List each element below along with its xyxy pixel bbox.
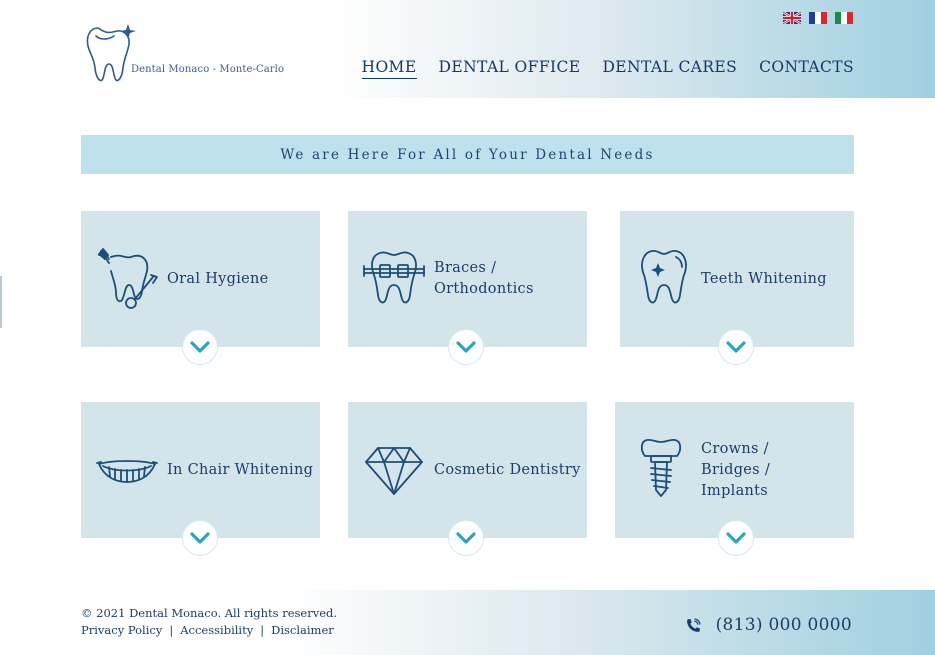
service-label: Oral Hygiene	[167, 270, 269, 287]
brand-name[interactable]: Dental Monaco - Monte-Carlo	[131, 64, 284, 75]
service-card-braces[interactable]: Braces / Orthodontics	[348, 211, 587, 365]
main-nav: HOME DENTAL OFFICE DENTAL CARES CONTACTS	[361, 58, 854, 79]
site-header: Dental Monaco - Monte-Carlo HOME DENTAL …	[0, 0, 935, 98]
disclaimer-link[interactable]: Disclaimer	[271, 623, 334, 637]
service-card-crowns-bridges-implants[interactable]: Crowns / Bridges / Implants	[615, 402, 854, 556]
chevron-down-icon	[190, 341, 210, 353]
service-label: Crowns / Bridges / Implants	[701, 440, 771, 499]
nav-dental-office[interactable]: DENTAL OFFICE	[439, 58, 581, 79]
service-card-in-chair-whitening[interactable]: In Chair Whitening	[81, 402, 320, 556]
tooth-sparkle-icon	[641, 249, 687, 304]
phone-icon	[686, 617, 701, 632]
hero-banner: We are Here For All of Your Dental Needs	[81, 135, 854, 174]
phone-number[interactable]: (813) 000 0000	[716, 615, 852, 635]
service-card-teeth-whitening[interactable]: Teeth Whitening	[620, 211, 854, 365]
chevron-down-icon	[726, 532, 746, 544]
site-footer: © 2021 Dental Monaco. All rights reserve…	[0, 590, 935, 655]
chevron-down-icon	[190, 532, 210, 544]
chevron-down-icon	[726, 341, 746, 353]
side-tab-marker	[0, 276, 2, 328]
copyright-text: © 2021 Dental Monaco. All rights reserve…	[81, 606, 338, 620]
phone-contact[interactable]: (813) 000 0000	[685, 615, 852, 635]
italy-flag-icon[interactable]	[835, 12, 853, 24]
service-card-oral-hygiene[interactable]: Oral Hygiene	[81, 211, 320, 365]
uk-flag-icon[interactable]	[783, 12, 801, 24]
smile-teeth-icon	[96, 460, 158, 483]
nav-home[interactable]: HOME	[361, 58, 417, 79]
nav-dental-cares[interactable]: DENTAL CARES	[602, 58, 737, 79]
france-flag-icon[interactable]	[809, 12, 827, 24]
service-label: Teeth Whitening	[701, 270, 827, 287]
diamond-icon	[365, 447, 423, 495]
dental-implant-icon	[640, 438, 682, 497]
service-label: Cosmetic Dentistry	[434, 461, 581, 478]
expand-button[interactable]	[182, 329, 218, 365]
banner-text: We are Here For All of Your Dental Needs	[280, 146, 655, 163]
tooth-mirror-brush-icon	[98, 248, 158, 309]
expand-button[interactable]	[182, 520, 218, 556]
service-label: In Chair Whitening	[167, 461, 314, 478]
privacy-policy-link[interactable]: Privacy Policy	[81, 623, 162, 637]
tooth-braces-icon	[363, 251, 425, 304]
service-card-cosmetic-dentistry[interactable]: Cosmetic Dentistry	[348, 402, 587, 556]
chevron-down-icon	[456, 532, 476, 544]
link-separator: |	[169, 623, 174, 637]
nav-contacts[interactable]: CONTACTS	[759, 58, 854, 79]
footer-links: Privacy Policy | Accessibility | Disclai…	[81, 623, 334, 637]
expand-button[interactable]	[448, 329, 484, 365]
chevron-down-icon	[456, 341, 476, 353]
accessibility-link[interactable]: Accessibility	[180, 623, 253, 637]
language-switcher	[783, 12, 853, 24]
expand-button[interactable]	[448, 520, 484, 556]
expand-button[interactable]	[718, 329, 754, 365]
service-label: Braces / Orthodontics	[434, 260, 534, 297]
link-separator: |	[260, 623, 265, 637]
expand-button[interactable]	[718, 520, 754, 556]
